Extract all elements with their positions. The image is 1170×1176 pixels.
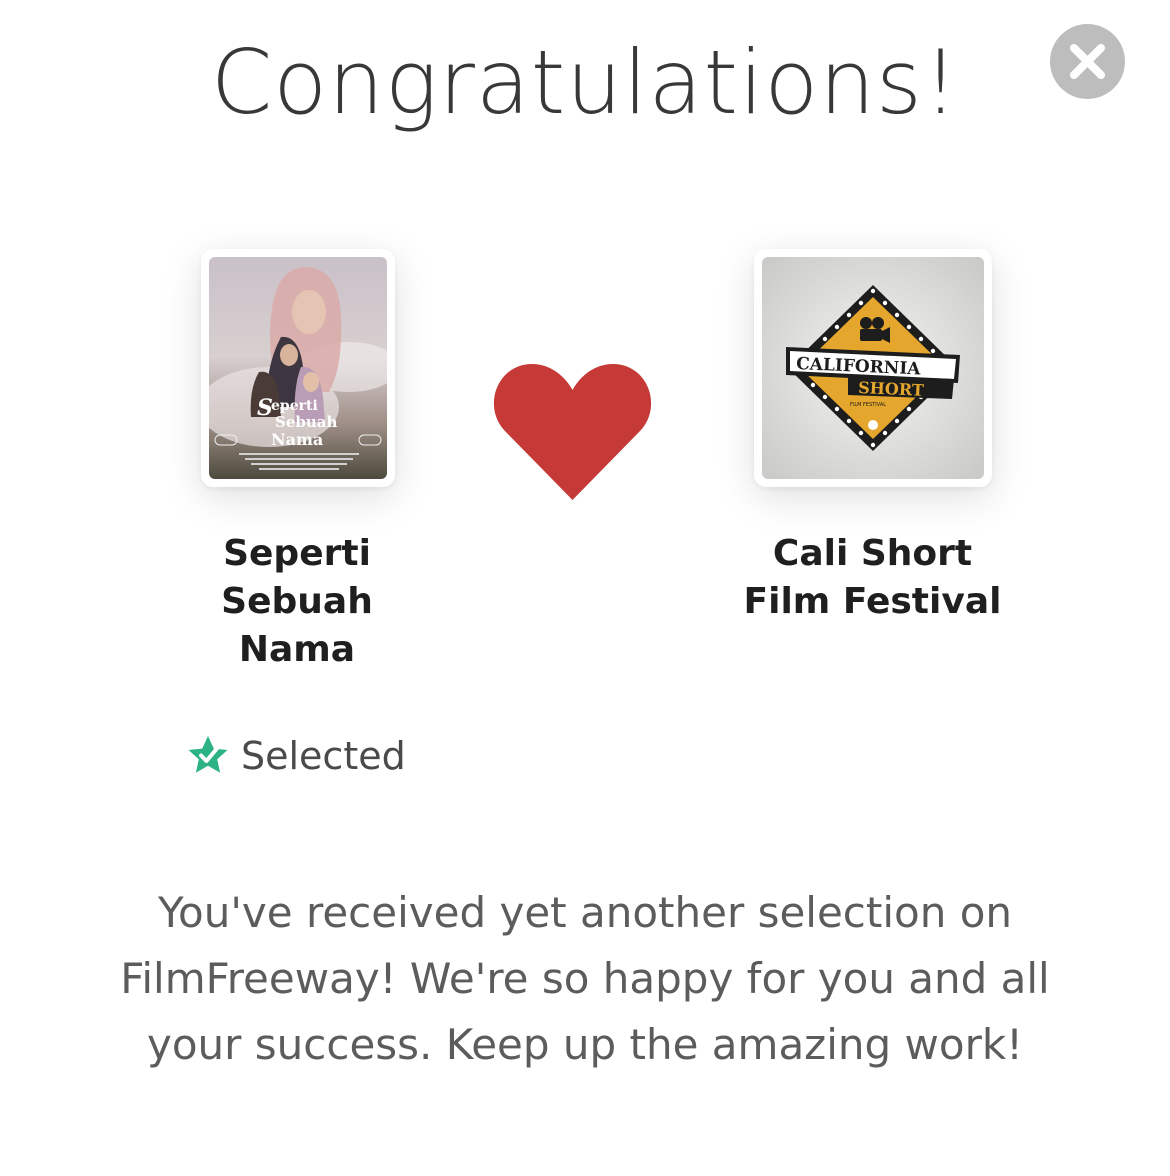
status-badge: Selected — [185, 728, 406, 784]
svg-text:Sebuah: Sebuah — [275, 413, 337, 431]
festival-logo-card[interactable]: CALIFORNIA SHORT FILM FESTIVAL — [754, 249, 992, 487]
close-icon — [1070, 44, 1105, 79]
festival-logo: CALIFORNIA SHORT FILM FESTIVAL — [762, 257, 984, 479]
congrats-message: You've received yet another selection on… — [120, 888, 1050, 1069]
close-button[interactable] — [1050, 24, 1125, 99]
heart-icon — [493, 364, 652, 500]
festival-logo-line2: SHORT — [858, 378, 924, 400]
festival-logo-line3: FILM FESTIVAL — [850, 402, 886, 408]
svg-text:eperti: eperti — [271, 398, 318, 414]
festival-name: Cali Short Film Festival — [743, 533, 1002, 622]
film-poster-card[interactable]: S eperti Sebuah Nama — [201, 249, 395, 487]
svg-text:Nama: Nama — [271, 430, 323, 449]
page-title: Congratulations! — [210, 31, 960, 134]
star-check-icon — [188, 736, 228, 773]
film-name: Seperti Sebuah Nama — [221, 533, 373, 670]
film-poster: S eperti Sebuah Nama — [209, 257, 387, 479]
status-text: Selected — [241, 734, 406, 778]
